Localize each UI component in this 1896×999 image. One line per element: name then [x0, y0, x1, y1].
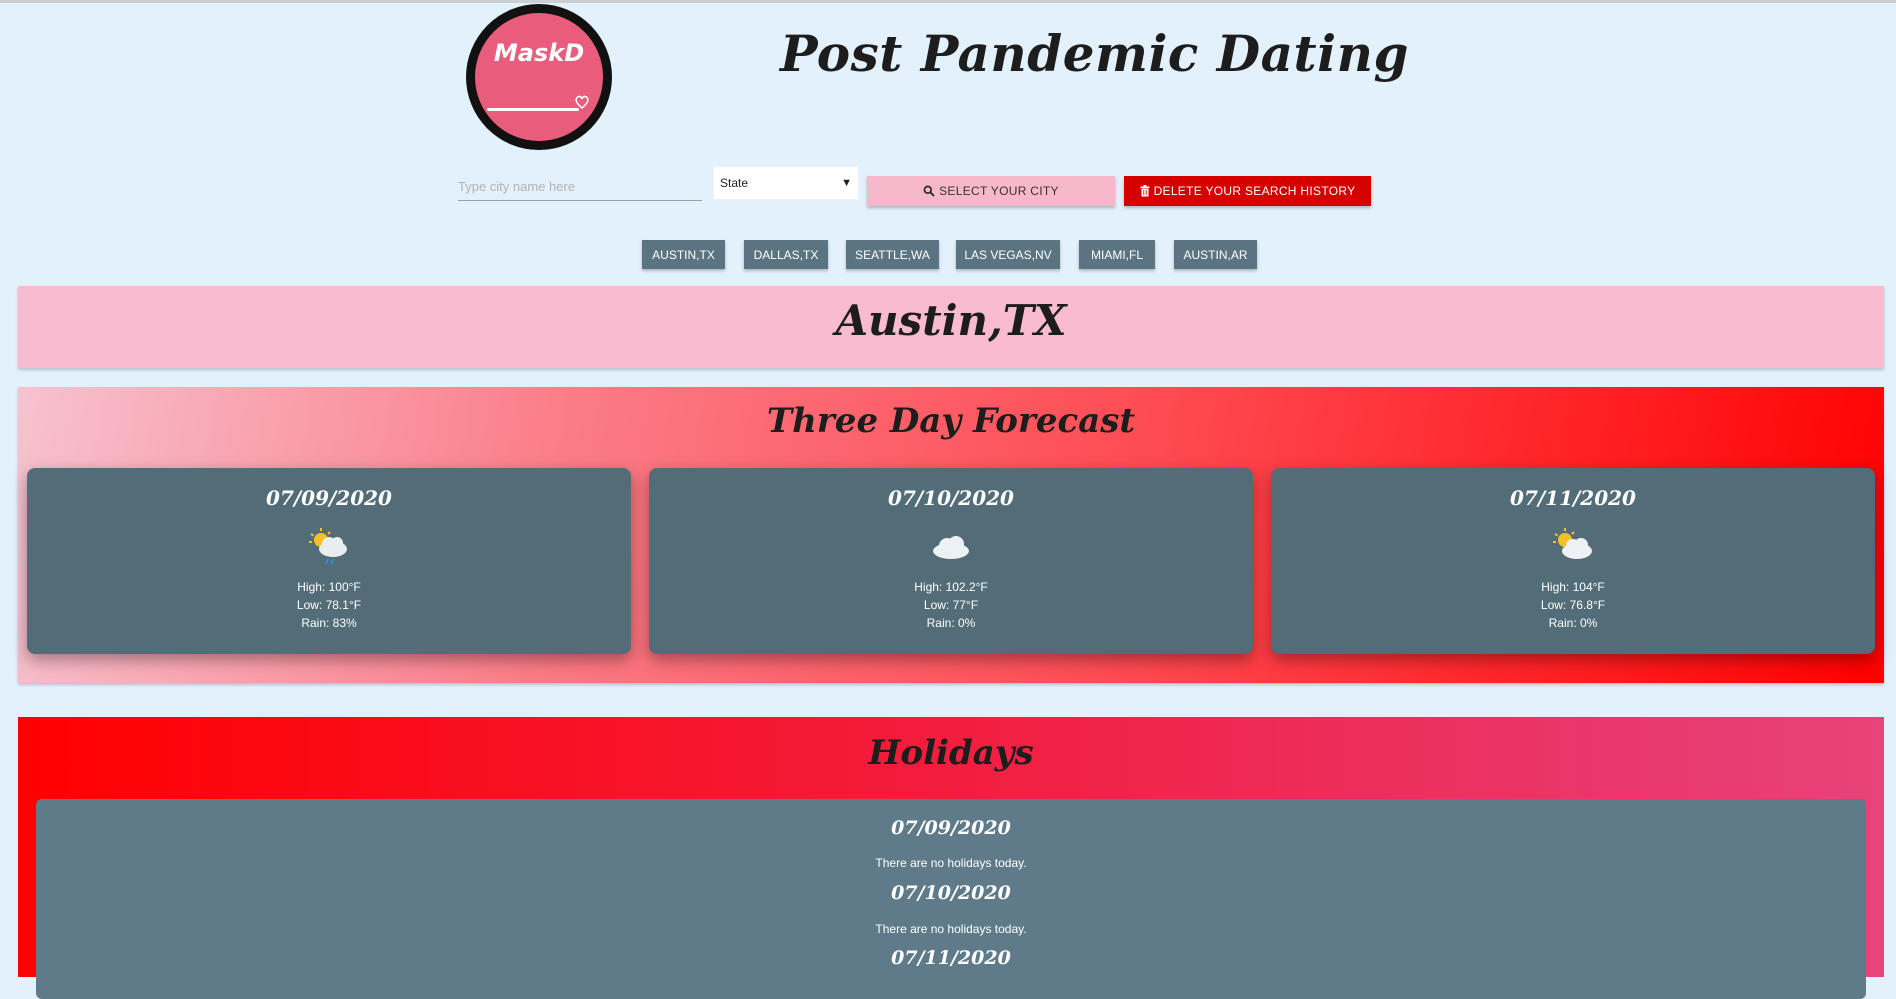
chevron-down-icon: ▼: [841, 177, 852, 189]
delete-history-label: Delete your search history: [1153, 184, 1356, 198]
forecast-rain: Rain: 0%: [1548, 616, 1598, 630]
logo-text: MaskD: [493, 39, 585, 67]
forecast-section: Three Day Forecast 07/09/2020 High: 100°…: [18, 387, 1884, 683]
holiday-date: 07/11/2020: [891, 947, 1011, 969]
forecast-low: Low: 78.1°F: [296, 598, 362, 612]
forecast-date: 07/10/2020: [888, 486, 1014, 510]
trash-icon: [1140, 185, 1150, 197]
forecast-card: 07/10/2020 High: 102.2°F Low: 77°F Rain:…: [649, 468, 1253, 654]
holidays-section: Holidays 07/09/2020 There are no holiday…: [18, 717, 1884, 999]
forecast-high: High: 102.2°F: [914, 580, 988, 594]
forecast-title: Three Day Forecast: [766, 401, 1136, 441]
holiday-date: 07/10/2020: [891, 882, 1011, 904]
logo-underline: [487, 108, 579, 111]
forecast-high: High: 104°F: [1541, 580, 1605, 594]
holiday-date: 07/09/2020: [891, 817, 1011, 839]
state-select-value: State: [720, 176, 749, 190]
history-city-button[interactable]: LAS VEGAS,NV: [956, 240, 1060, 269]
holidays-card: 07/09/2020 There are no holidays today. …: [36, 799, 1866, 999]
current-city-banner: Austin,TX: [18, 286, 1884, 368]
holidays-title: Holidays: [868, 733, 1034, 773]
forecast-card: 07/09/2020 High: 100°F Low: 78.1°F Rain:…: [27, 468, 631, 654]
history-city-button[interactable]: AUSTIN,AR: [1174, 240, 1257, 269]
forecast-rain: Rain: 0%: [926, 616, 976, 630]
holiday-message: There are no holidays today.: [875, 856, 1027, 870]
forecast-high: High: 100°F: [297, 580, 361, 594]
history-city-button[interactable]: AUSTIN,TX: [642, 240, 725, 269]
cloud-icon: [933, 536, 969, 559]
select-city-label: Select your city: [939, 184, 1059, 198]
state-select[interactable]: State ▼: [713, 166, 859, 200]
delete-history-button[interactable]: Delete your search history: [1124, 176, 1371, 206]
forecast-date: 07/11/2020: [1510, 486, 1636, 510]
holiday-message: There are no holidays today.: [875, 922, 1027, 936]
forecast-low: Low: 76.8°F: [1540, 598, 1606, 612]
history-city-button[interactable]: MIAMI,FL: [1079, 240, 1155, 269]
forecast-low: Low: 77°F: [923, 598, 979, 612]
partly-cloudy-icon: [1553, 528, 1592, 559]
city-search-input[interactable]: [458, 172, 702, 201]
heart-icon: [575, 95, 589, 110]
site-title: Post Pandemic Dating: [780, 24, 1409, 83]
forecast-card: 07/11/2020 High: 104°F Low: 76.8°F Rain:…: [1271, 468, 1875, 654]
top-border: [0, 0, 1896, 3]
select-city-button[interactable]: Select your city: [867, 176, 1115, 206]
current-city-name: Austin,TX: [835, 296, 1067, 345]
logo-badge: MaskD: [475, 13, 603, 141]
history-city-button[interactable]: DALLAS,TX: [744, 240, 828, 269]
history-city-button[interactable]: SEATTLE,WA: [846, 240, 939, 269]
logo: MaskD: [466, 4, 612, 150]
search-icon: [923, 185, 935, 197]
partly-cloudy-rain-icon: [309, 528, 347, 565]
forecast-date: 07/09/2020: [266, 486, 392, 510]
forecast-rain: Rain: 83%: [301, 616, 357, 630]
